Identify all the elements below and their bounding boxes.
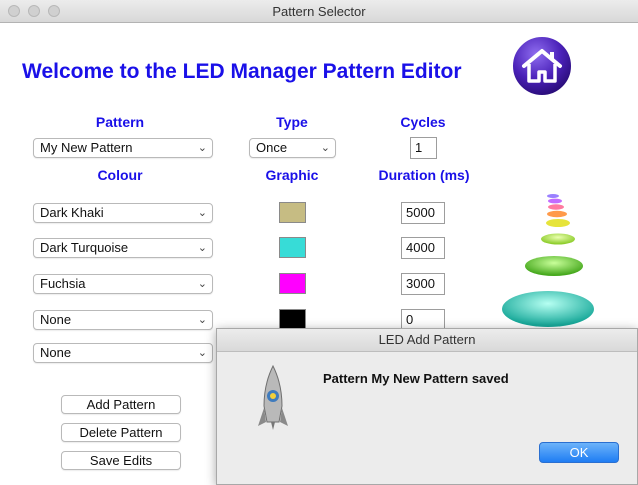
colour-select-value: None bbox=[40, 345, 72, 360]
pattern-select-value: My New Pattern bbox=[40, 140, 133, 155]
colour-select-value: None bbox=[40, 312, 72, 327]
page-heading: Welcome to the LED Manager Pattern Edito… bbox=[22, 60, 462, 83]
chevron-down-icon: ⌄ bbox=[320, 142, 330, 154]
colour-swatch-4 bbox=[279, 309, 306, 330]
duration-header: Duration (ms) bbox=[378, 167, 470, 183]
colour-swatch-1 bbox=[279, 202, 306, 223]
type-header: Type bbox=[276, 114, 308, 130]
delete-pattern-button[interactable]: Delete Pattern bbox=[61, 423, 181, 442]
duration-input-3[interactable]: 3000 bbox=[401, 273, 445, 295]
window-title: Pattern Selector bbox=[272, 4, 366, 19]
duration-input-1[interactable]: 5000 bbox=[401, 202, 445, 224]
colour-select-1[interactable]: Dark Khaki ⌄ bbox=[33, 203, 213, 223]
rocket-app-icon bbox=[258, 364, 288, 430]
graphic-header: Graphic bbox=[265, 167, 319, 183]
cycles-input[interactable]: 1 bbox=[410, 137, 437, 159]
alert-dialog: LED Add Pattern Pattern My New Pattern s… bbox=[216, 328, 638, 485]
colour-swatch-2 bbox=[279, 237, 306, 258]
colour-select-value: Dark Khaki bbox=[40, 205, 104, 220]
colour-select-value: Fuchsia bbox=[40, 276, 86, 291]
led-discs-graphic bbox=[502, 194, 594, 327]
pattern-select[interactable]: My New Pattern ⌄ bbox=[33, 138, 213, 158]
chevron-down-icon: ⌄ bbox=[197, 207, 207, 219]
colour-select-value: Dark Turquoise bbox=[40, 240, 129, 255]
cycles-header: Cycles bbox=[400, 114, 446, 130]
add-pattern-button[interactable]: Add Pattern bbox=[61, 395, 181, 414]
window-titlebar: Pattern Selector bbox=[0, 0, 638, 23]
chevron-down-icon: ⌄ bbox=[197, 242, 207, 254]
type-select-value: Once bbox=[256, 140, 288, 155]
chevron-down-icon: ⌄ bbox=[197, 314, 207, 326]
ok-button[interactable]: OK bbox=[539, 442, 619, 463]
save-edits-button[interactable]: Save Edits bbox=[61, 451, 181, 470]
pattern-header: Pattern bbox=[95, 114, 145, 130]
chevron-down-icon: ⌄ bbox=[197, 142, 207, 154]
type-select[interactable]: Once ⌄ bbox=[249, 138, 336, 158]
dialog-message: Pattern My New Pattern saved bbox=[323, 371, 509, 386]
colour-select-5[interactable]: None ⌄ bbox=[33, 343, 213, 363]
colour-select-4[interactable]: None ⌄ bbox=[33, 310, 213, 330]
colour-swatch-3 bbox=[279, 273, 306, 294]
duration-input-2[interactable]: 4000 bbox=[401, 237, 445, 259]
chevron-down-icon: ⌄ bbox=[197, 278, 207, 290]
home-icon[interactable] bbox=[511, 35, 573, 97]
chevron-down-icon: ⌄ bbox=[197, 347, 207, 359]
dialog-title: LED Add Pattern bbox=[217, 329, 637, 352]
colour-select-2[interactable]: Dark Turquoise ⌄ bbox=[33, 238, 213, 258]
colour-header: Colour bbox=[97, 167, 143, 183]
colour-select-3[interactable]: Fuchsia ⌄ bbox=[33, 274, 213, 294]
